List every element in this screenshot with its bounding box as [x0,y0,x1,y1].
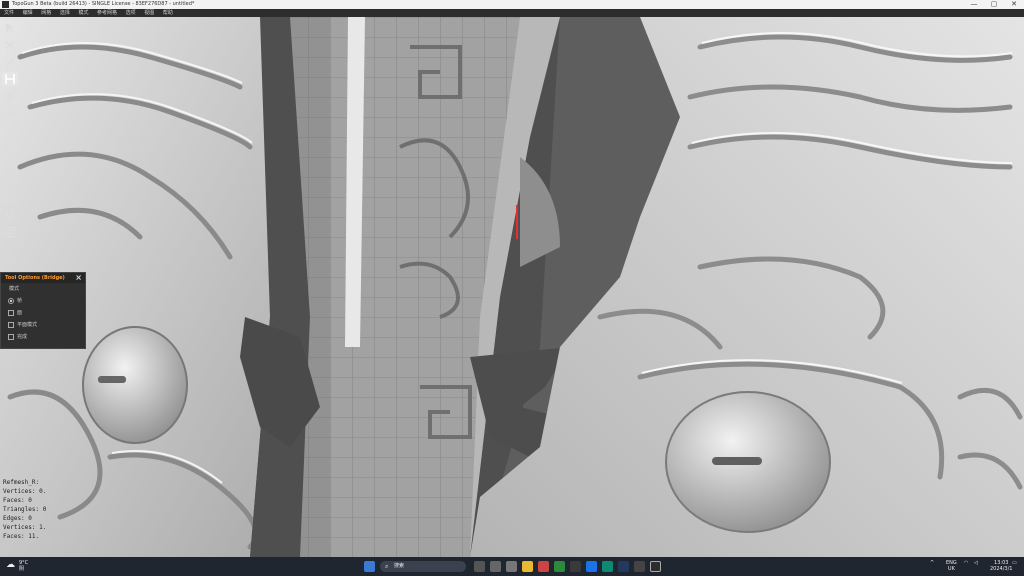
menu-view[interactable]: 视图 [144,9,154,17]
grid-icon [4,226,16,238]
tool-palette [0,17,20,242]
checkbox-planar[interactable] [8,322,14,328]
close-icon[interactable]: × [75,273,82,283]
language-indicator[interactable]: ENG UK [946,560,957,572]
bridge-icon [5,74,15,84]
knife-icon [6,177,14,185]
knife-tool-button[interactable] [2,174,18,188]
stats-line: Vertices: 0. [3,488,47,495]
menu-options[interactable]: 选项 [126,9,136,17]
topogun-taskbar-icon[interactable] [650,561,661,572]
mesh-stats-overlay: Refmesh_R: Vertices: 0. Faces: 0 Triangl… [3,478,46,541]
menu-file[interactable]: 文件 [4,9,14,17]
stats-line: Vertices: 1. [3,524,47,531]
checkbox-face[interactable] [8,310,14,316]
stats-line: Faces: 11. [3,533,40,540]
bridge-tool-button[interactable] [2,72,18,86]
mode-section-label: 模式 [9,286,20,292]
maximize-button[interactable]: ▢ [984,0,1004,9]
app-icon[interactable] [570,561,581,572]
select-icon [6,23,14,33]
volume-icon[interactable]: ◁ [974,560,978,566]
option-bridge[interactable]: 桥 [1,295,85,307]
grid-tool-button[interactable] [2,225,18,239]
app-icon[interactable] [634,561,645,572]
stats-line: Edges: 0 [3,515,32,522]
edge-browser-icon[interactable] [602,561,613,572]
minimize-button[interactable]: — [964,0,984,9]
erase-tool-button[interactable] [2,38,18,52]
radio-bridge[interactable] [8,298,14,304]
move-icon [5,91,15,101]
close-window-button[interactable]: ✕ [1004,0,1024,9]
viewport-render [0,17,1024,557]
cloud-icon: ☁ [6,560,15,570]
window-titlebar: TopoGun 3 Beta (build 26413) - SINGLE Li… [0,0,1024,9]
notification-icon[interactable]: ▭ [1012,560,1017,566]
menu-refmesh[interactable]: 参考网格 [97,9,117,17]
app-icon[interactable] [538,561,549,572]
menu-bar: 文件 编辑 网格 选择 模式 参考网格 选项 视图 帮助 [0,9,1024,17]
lang-bottom: UK [947,566,955,572]
move-tool-button[interactable] [2,89,18,103]
tubes-tool-button[interactable] [2,140,18,154]
tool-options-panel: Tool Options (Bridge) × 模式 桥 面 平面模式 完成 [0,272,86,349]
app-logo-icon [2,1,9,8]
draw-tool-button[interactable] [2,55,18,69]
slice-tool-button[interactable] [2,106,18,120]
option-planar[interactable]: 平面模式 [1,319,85,331]
steam-icon[interactable] [618,561,629,572]
app-icon[interactable] [586,561,597,572]
slice-icon [5,111,15,117]
stats-line: Triangles: 0 [3,506,47,513]
option-finish[interactable]: 完成 [1,331,85,343]
taskbar-search[interactable]: ⌕ 搜索 [380,561,466,572]
tool-options-header: Tool Options (Bridge) × [1,273,85,283]
magnet-tool-button[interactable] [2,208,18,222]
app-icon[interactable] [554,561,565,572]
menu-mesh[interactable]: 网格 [41,9,51,17]
task-view-icon[interactable] [490,561,501,572]
wifi-icon[interactable]: ◠ [964,560,968,566]
clock-date: 2024/3/1 [990,566,1013,572]
draw-icon [6,59,14,67]
menu-mode[interactable]: 模式 [78,9,88,17]
extrude-tool-button[interactable] [2,157,18,171]
stats-line: Faces: 0 [3,497,32,504]
tubes-icon [6,143,14,151]
weather-widget[interactable]: ☁ 9°C 阴 [6,560,28,572]
start-windows-icon[interactable] [364,561,375,572]
search-placeholder: 搜索 [394,563,405,569]
tool-options-title: Tool Options (Bridge) [5,275,65,281]
select-tool-button[interactable] [2,21,18,35]
option-face-label: 面 [17,310,23,316]
weather-desc: 阴 [19,566,25,572]
3d-viewport[interactable] [0,17,1024,557]
option-finish-label: 完成 [17,334,28,340]
option-planar-label: 平面模式 [17,322,38,328]
menu-help[interactable]: 帮助 [163,9,173,17]
circle-icon [4,192,16,204]
option-face[interactable]: 面 [1,307,85,319]
checkbox-finish[interactable] [8,334,14,340]
file-explorer-icon[interactable] [522,561,533,572]
extrude-icon [5,158,15,169]
erase-icon [5,40,15,50]
option-bridge-label: 桥 [17,298,23,304]
window-title: TopoGun 3 Beta (build 26413) - SINGLE Li… [12,1,195,7]
menu-select[interactable]: 选择 [60,9,70,17]
app-icon[interactable] [506,561,517,572]
brush-tool-button[interactable] [2,123,18,137]
menu-edit[interactable]: 编辑 [23,9,33,17]
search-icon: ⌕ [385,563,389,570]
clock[interactable]: 13:03 2024/3/1 [990,560,1012,572]
brush-icon [6,125,14,135]
app-icon[interactable] [474,561,485,572]
magnet-icon [6,211,14,219]
stats-line: Refmesh_R: [3,479,40,486]
windows-taskbar: ☁ 9°C 阴 ⌕ 搜索 ^ ENG UK ◠ ◁ 13:03 2024/3/1… [0,557,1024,576]
tray-chevron-icon[interactable]: ^ [930,560,934,566]
circle-tool-button[interactable] [2,191,18,205]
